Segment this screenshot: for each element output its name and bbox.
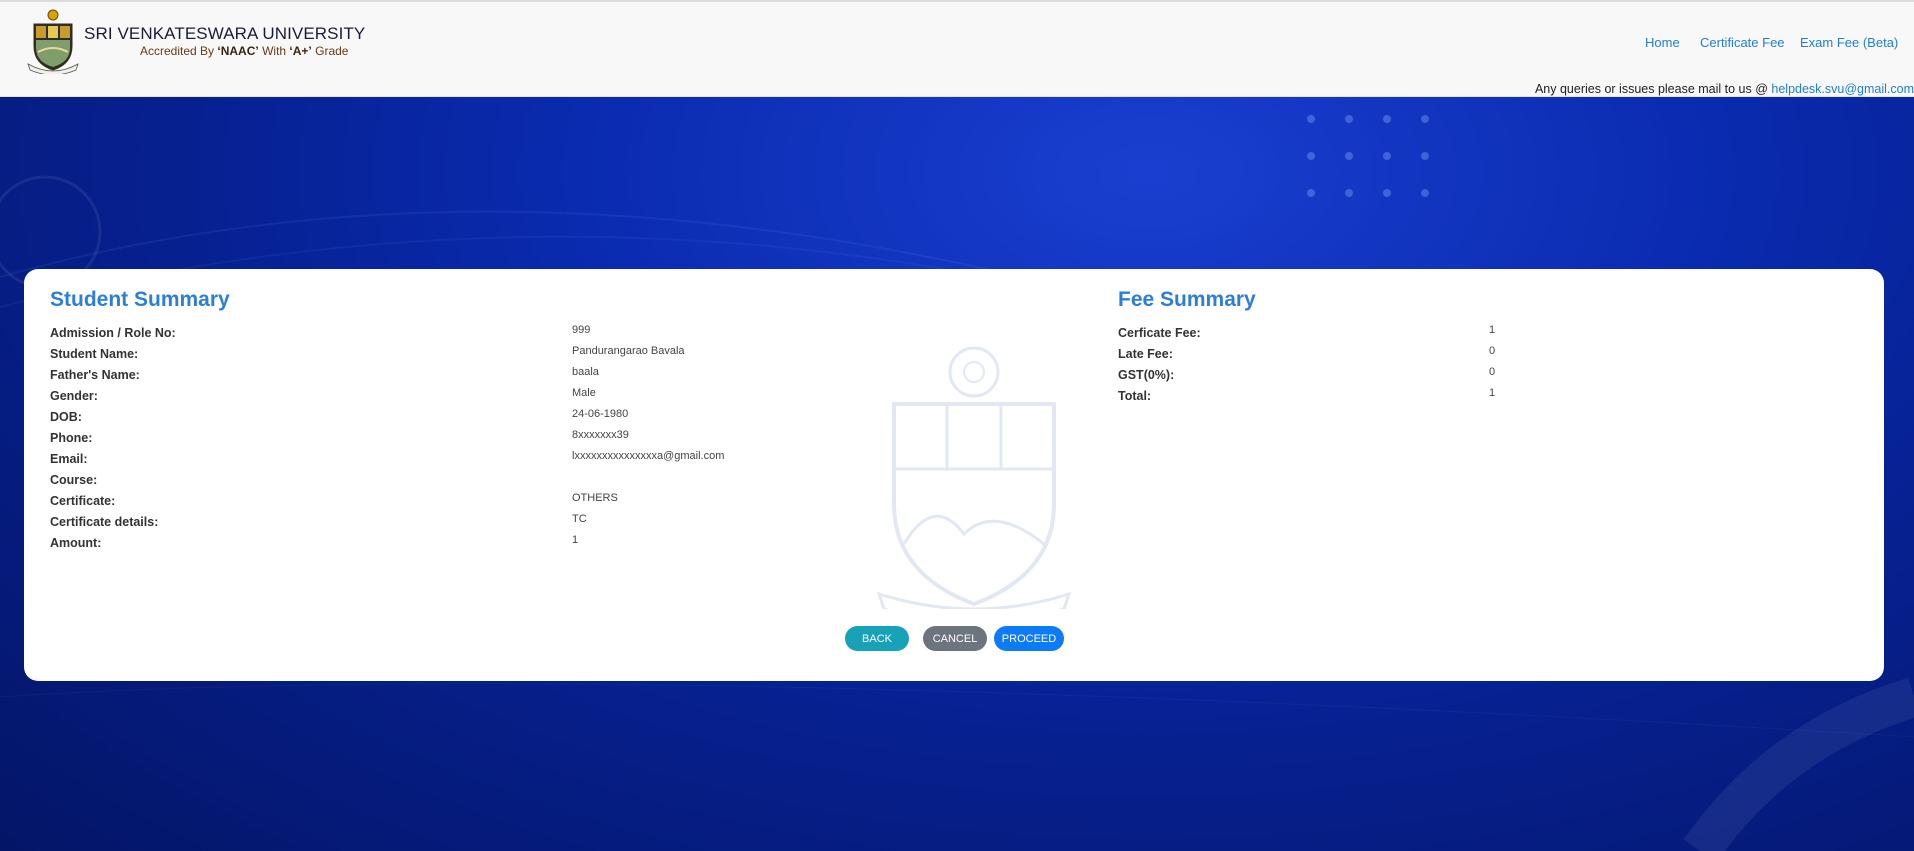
summary-row-value: 1 [572,534,579,546]
summary-row-label: Gender: [50,389,98,403]
proceed-button[interactable]: PROCEED [994,626,1064,651]
decor-dot [1307,152,1315,160]
summary-row-label: GST(0%): [1118,368,1175,382]
decor-dot [1307,115,1315,123]
decor-dot [1421,189,1429,197]
university-logo-icon [27,9,79,74]
university-name: SRI VENKATESWARA UNIVERSITY [84,24,366,43]
summary-row-label: Father's Name: [50,368,140,382]
summary-row-label: Cerficate Fee: [1118,326,1201,340]
decor-dot [1345,152,1353,160]
summary-row-value: Male [572,387,596,399]
decor-dot [1383,115,1391,123]
accreditation-text: Accredited By ‘NAAC’ With ‘A+’ Grade [140,44,349,58]
decor-dot [1383,152,1391,160]
summary-row-label: Course: [50,473,98,487]
summary-row-label: Phone: [50,431,93,445]
university-crest-watermark [876,346,1072,609]
summary-row-value: lxxxxxxxxxxxxxxxa@gmail.com [572,450,725,462]
helpdesk-email-link[interactable]: helpdesk.svu@gmail.com [1771,82,1914,96]
summary-row-label: Admission / Role No: [50,326,176,340]
summary-row-value: 0 [1489,366,1496,378]
fee-summary-title: Fee Summary [1118,288,1256,311]
summary-row-value: 1 [1489,387,1496,399]
summary-row-value: 1 [1489,324,1496,336]
decor-dot [1345,115,1353,123]
decor-dot [1421,115,1429,123]
summary-row-value: baala [572,366,599,378]
summary-row-label: Certificate details: [50,515,159,529]
summary-row-label: Certificate: [50,494,116,508]
decor-dot [1307,189,1315,197]
summary-row-label: Email: [50,452,88,466]
summary-row-value: 999 [572,324,591,336]
nav-certificate-fee-link[interactable]: Certificate Fee [1700,35,1785,50]
decor-dot [1421,152,1429,160]
nav-exam-fee-link[interactable]: Exam Fee (Beta) [1800,35,1898,50]
decor-dot [1383,189,1391,197]
summary-row-value: OTHERS [572,492,618,504]
summary-row-label: DOB: [50,410,82,424]
summary-row-value: 24-06-1980 [572,408,629,420]
back-button[interactable]: BACK [845,626,909,651]
site-header: SRI VENKATESWARA UNIVERSITY Accredited B… [0,2,1914,97]
nav-home-link[interactable]: Home [1645,35,1680,50]
summary-row-value: Pandurangarao Bavala [572,345,685,357]
summary-card: Student Summary Fee Summary Admission / … [24,269,1884,681]
summary-row-value: TC [572,513,587,525]
summary-row-label: Late Fee: [1118,347,1173,361]
summary-row-label: Total: [1118,389,1152,403]
summary-row-value: 8xxxxxxx39 [572,429,629,441]
decor-dot [1345,189,1353,197]
student-summary-title: Student Summary [50,288,230,311]
queries-notice: Any queries or issues please mail to us … [1534,82,1914,96]
cancel-button[interactable]: CANCEL [923,626,987,651]
summary-row-label: Student Name: [50,347,139,361]
summary-row-label: Amount: [50,536,102,550]
summary-row-value: 0 [1489,345,1496,357]
